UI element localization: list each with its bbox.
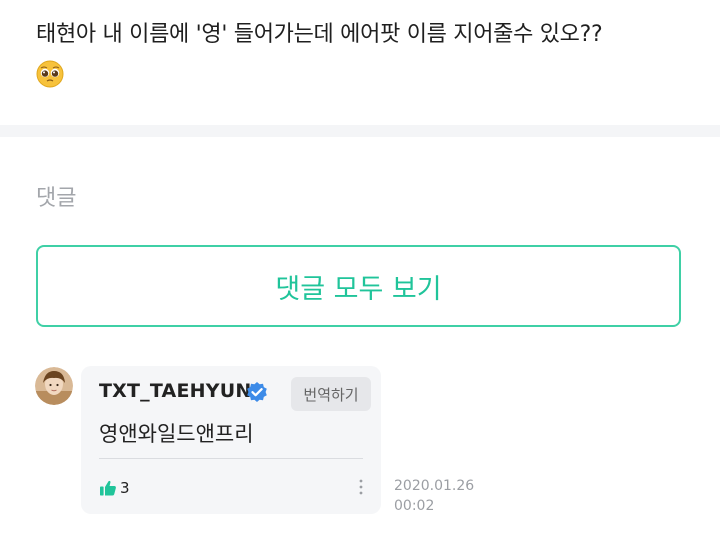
comment-username[interactable]: TXT_TAEHYUN	[99, 380, 251, 402]
comment-date: 2020.01.26	[394, 478, 475, 494]
view-all-comments-button[interactable]: 댓글 모두 보기	[36, 245, 681, 327]
comment-divider	[99, 458, 363, 459]
verified-badge-icon	[247, 382, 267, 402]
thumbs-up-icon[interactable]	[99, 479, 117, 497]
post-text: 태현아 내 이름에 '영' 들어가는데 에어팟 이름 지어줄수 있오??	[36, 22, 603, 47]
translate-button[interactable]: 번역하기	[291, 377, 371, 411]
like-count: 3	[120, 479, 130, 497]
avatar[interactable]	[35, 367, 73, 405]
comment-body: 영앤와일드앤프리	[99, 422, 254, 446]
comments-section-label: 댓글	[36, 186, 77, 211]
comment-card: TXT_TAEHYUN 번역하기 영앤와일드앤프리 3	[81, 366, 381, 514]
comment-time: 00:02	[394, 498, 435, 514]
section-divider	[0, 125, 720, 137]
more-options-icon[interactable]	[358, 477, 364, 497]
pleading-face-icon	[36, 60, 64, 88]
comment-timestamp: 2020.01.26 00:02	[394, 476, 474, 516]
